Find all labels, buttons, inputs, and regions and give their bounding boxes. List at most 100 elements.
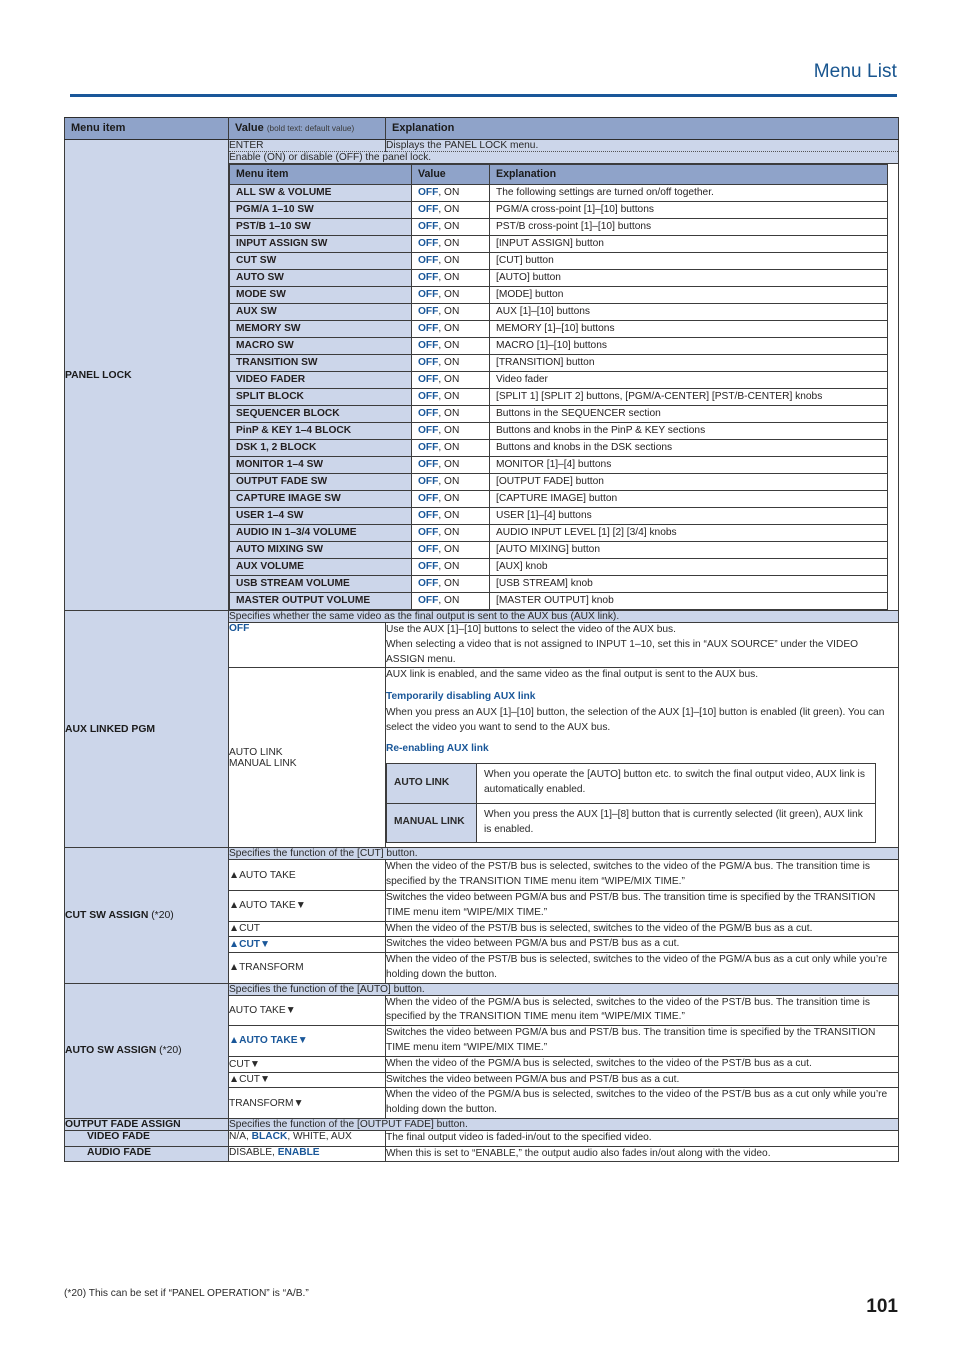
panel-lock-item-name: CUT SW xyxy=(229,252,412,270)
other-values: , ON xyxy=(438,442,460,453)
panel-lock-item-value: OFF, ON xyxy=(411,456,490,474)
video-fade-value-pre: N/A, xyxy=(229,1130,252,1142)
panel-lock-item-value: OFF, ON xyxy=(411,252,490,270)
panel-lock-item-value: OFF, ON xyxy=(411,388,490,406)
table-row: SPLIT BLOCK OFF, ON [SPLIT 1] [SPLIT 2] bu… xyxy=(229,388,888,406)
panel-lock-item-name: SEQUENCER BLOCK xyxy=(229,405,412,423)
panel-lock-item-explanation: [CAPTURE IMAGE] button xyxy=(489,490,888,508)
row-label-output-fade-assign: OUTPUT FADE ASSIGN xyxy=(64,1117,229,1131)
audio-fade-value-pre: DISABLE, xyxy=(229,1146,278,1158)
default-value: OFF xyxy=(418,272,439,283)
video-fade-explanation: The final output video is faded-in/out t… xyxy=(385,1129,899,1147)
panel-lock-item-name: MEMORY SW xyxy=(229,320,412,338)
panel-lock-item-name: AUDIO IN 1–3/4 VOLUME xyxy=(229,524,412,542)
other-values: , ON xyxy=(438,357,460,368)
auto-sw-value: ▲CUT▼ xyxy=(228,1071,386,1089)
aux-subtable-name: AUTO LINK xyxy=(386,763,477,804)
panel-lock-item-name: MODE SW xyxy=(229,286,412,304)
panel-lock-item-explanation: [OUTPUT FADE] button xyxy=(489,473,888,491)
panel-lock-item-explanation: MACRO [1]–[10] buttons xyxy=(489,337,888,355)
table-row: MODE SW OFF, ON [MODE] button xyxy=(229,286,888,304)
aux-link-subtable-wrap: AUTO LINK When you operate the [AUTO] bu… xyxy=(386,758,898,847)
cut-sw-explanation: When the video of the PST/B bus is selec… xyxy=(385,859,899,891)
panel-lock-item-explanation: [USB STREAM] knob xyxy=(489,575,888,593)
other-values: , ON xyxy=(438,476,460,487)
panel-lock-item-name: MACRO SW xyxy=(229,337,412,355)
other-values: , ON xyxy=(438,425,460,436)
panel-lock-item-value: OFF, ON xyxy=(411,218,490,236)
video-fade-row: VIDEO FADE N/A, BLACK, WHITE, AUX The fi… xyxy=(64,1129,899,1147)
table-row: AUDIO IN 1–3/4 VOLUME OFF, ON AUDIO INPUT … xyxy=(229,524,888,542)
cut-sw-value-default: ▲CUT▼ xyxy=(228,936,386,954)
panel-lock-item-value: OFF, ON xyxy=(411,558,490,576)
panel-lock-item-value: OFF, ON xyxy=(411,371,490,389)
video-fade-value-post: , WHITE, AUX xyxy=(287,1130,352,1142)
panel-lock-span-note: Enable (ON) or disable (OFF) the panel l… xyxy=(228,151,899,164)
other-values: , ON xyxy=(438,374,460,385)
default-value: OFF xyxy=(418,493,439,504)
auto-sw-assign-span-note: Specifies the function of the [AUTO] but… xyxy=(228,982,899,996)
panel-lock-item-name: PST/B 1–10 SW xyxy=(229,218,412,236)
panel-lock-sub-header-row: Menu item Value Explanation xyxy=(229,164,888,185)
panel-lock-item-name: TRANSITION SW xyxy=(229,354,412,372)
sub-col-header-explanation: Explanation xyxy=(489,164,888,185)
auto-sw-value: TRANSFORM▼ xyxy=(228,1087,386,1119)
panel-lock-item-explanation: AUDIO INPUT LEVEL [1] [2] [3/4] knobs xyxy=(489,524,888,542)
panel-lock-item-value: OFF, ON xyxy=(411,184,490,202)
panel-lock-item-explanation: Buttons and knobs in the DSK sections xyxy=(489,439,888,457)
row-label-auto-sw-assign: AUTO SW ASSIGN (*20) xyxy=(64,982,229,1119)
aux-linked-pgm-note-row: AUX LINKED PGM Specifies whether the sam… xyxy=(64,609,899,849)
panel-lock-item-name: VIDEO FADER xyxy=(229,371,412,389)
auto-sw-value: CUT▼ xyxy=(228,1055,386,1073)
default-value: OFF xyxy=(418,561,439,572)
other-values: , ON xyxy=(438,340,460,351)
sub-col-header-menu-item: Menu item xyxy=(229,164,412,185)
panel-lock-item-name: PGM/A 1–10 SW xyxy=(229,201,412,219)
aux-off-line2: When selecting a video that is not assig… xyxy=(386,638,859,665)
panel-lock-item-explanation: MONITOR [1]–[4] buttons xyxy=(489,456,888,474)
panel-lock-item-explanation: Buttons in the SEQUENCER section xyxy=(489,405,888,423)
panel-lock-item-explanation: PGM/A cross-point [1]–[10] buttons xyxy=(489,201,888,219)
panel-lock-item-name: DSK 1, 2 BLOCK xyxy=(229,439,412,457)
panel-lock-item-name: PinP & KEY 1–4 BLOCK xyxy=(229,422,412,440)
panel-lock-item-value: OFF, ON xyxy=(411,235,490,253)
default-value: OFF xyxy=(418,442,439,453)
aux-linked-pgm-span-note: Specifies whether the same video as the … xyxy=(228,610,899,623)
default-value: OFF xyxy=(418,323,439,334)
col-header-value-label: Value xyxy=(235,122,264,134)
auto-sw-explanation: When the video of the PGM/A bus is selec… xyxy=(385,1087,899,1119)
table-row: PinP & KEY 1–4 BLOCK OFF, ON Buttons and k… xyxy=(229,422,888,440)
other-values: , ON xyxy=(438,255,460,266)
col-header-value-note: (bold text: default value) xyxy=(266,124,355,133)
other-values: , ON xyxy=(438,323,460,334)
panel-lock-item-value: OFF, ON xyxy=(411,320,490,338)
row-label-audio-fade: AUDIO FADE xyxy=(64,1145,229,1163)
aux-subtable-desc: When you operate the [AUTO] button etc. … xyxy=(476,763,876,804)
table-row: USER 1–4 SW OFF, ON USER [1]–[4] buttons xyxy=(229,507,888,525)
cut-sw-assign-label: CUT SW ASSIGN xyxy=(65,910,149,921)
panel-lock-item-value: OFF, ON xyxy=(411,473,490,491)
table-row: AUTO SW OFF, ON [AUTO] button xyxy=(229,269,888,287)
default-value: OFF xyxy=(418,238,439,249)
col-header-menu-item: Menu item xyxy=(64,117,229,140)
other-values: , ON xyxy=(438,238,460,249)
panel-lock-item-name: CAPTURE IMAGE SW xyxy=(229,490,412,508)
table-row: USB STREAM VOLUME OFF, ON [USB STREAM] kno… xyxy=(229,575,888,593)
default-value: OFF xyxy=(418,340,439,351)
panel-lock-item-explanation: Video fader xyxy=(489,371,888,389)
panel-lock-item-value: OFF, ON xyxy=(411,490,490,508)
row-label-panel-lock: PANEL LOCK xyxy=(64,139,229,611)
table-row: DSK 1, 2 BLOCK OFF, ON Buttons and knobs i… xyxy=(229,439,888,457)
aux-link-sub1-body: When you press an AUX [1]–[10] button, t… xyxy=(386,706,885,733)
aux-subtable-desc: When you press the AUX [1]–[8] button th… xyxy=(476,802,876,844)
page-footnote: (*20) This can be set if “PANEL OPERATIO… xyxy=(64,1288,309,1299)
cut-sw-explanation: Switches the video between PGM/A bus and… xyxy=(385,936,899,954)
table-header-row: Menu item Value (bold text: default valu… xyxy=(64,117,899,140)
other-values: , ON xyxy=(438,527,460,538)
aux-link-explanation: AUX link is enabled, and the same video … xyxy=(385,667,899,849)
panel-lock-item-value: OFF, ON xyxy=(411,507,490,525)
other-values: , ON xyxy=(438,391,460,402)
cut-sw-value: ▲TRANSFORM xyxy=(228,952,386,984)
panel-lock-item-explanation: The following settings are turned on/off… xyxy=(489,184,888,202)
auto-sw-assign-note-row: AUTO SW ASSIGN (*20) Specifies the funct… xyxy=(64,982,899,1119)
